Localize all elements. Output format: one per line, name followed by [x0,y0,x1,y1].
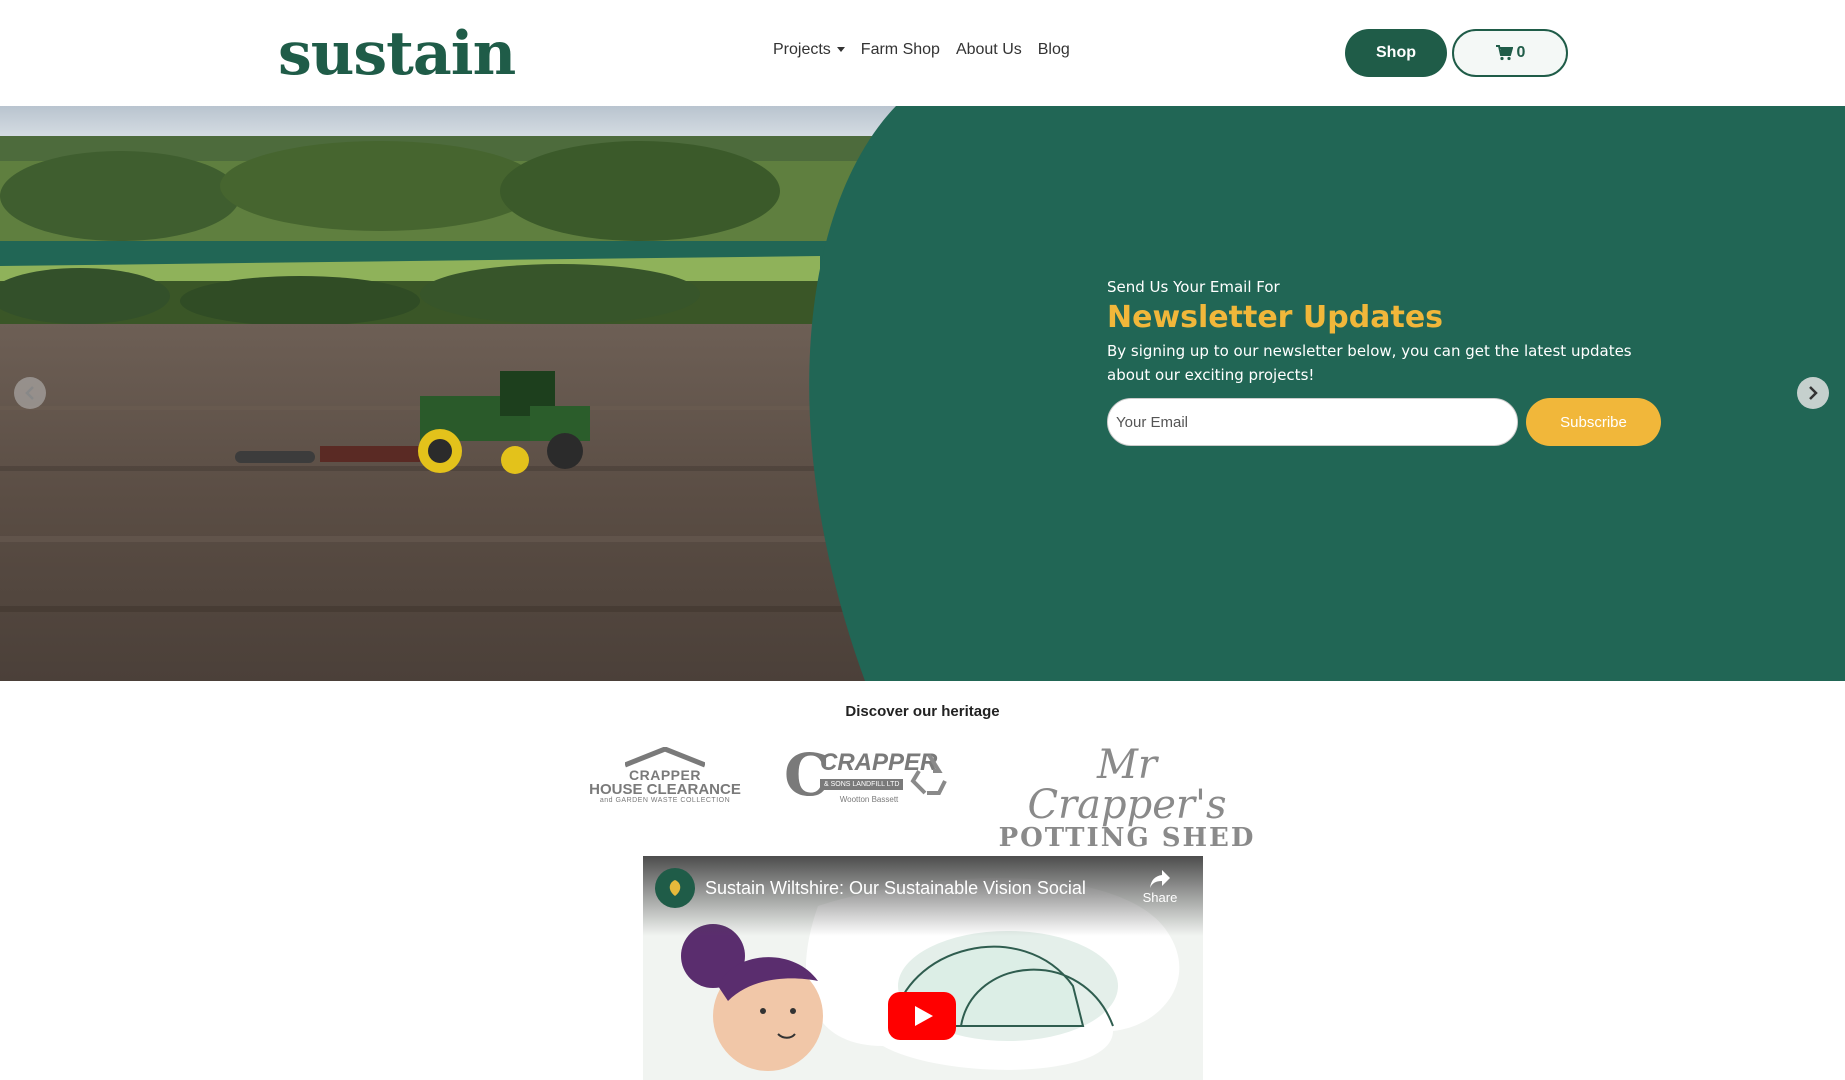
cart-button[interactable]: 0 [1452,29,1568,77]
crapper-sons-landfill-logo[interactable]: C CRAPPER & SONS LANDFILL LTD Wootton Ba… [784,745,954,809]
play-button[interactable] [888,992,956,1040]
main-nav: Projects Farm Shop About Us Blog [773,41,1070,59]
share-arrow-icon [1150,870,1170,888]
newsletter-signup: Send Us Your Email For Newsletter Update… [1107,278,1667,446]
carousel-next-button[interactable] [1797,377,1829,409]
shopping-cart-icon [1495,45,1513,61]
nav-farm-shop[interactable]: Farm Shop [861,41,940,59]
heritage-logos: CRAPPER HOUSE CLEARANCE and GARDEN WASTE… [0,745,1845,851]
newsletter-form: Subscribe [1107,398,1667,446]
sustain-logo[interactable]: sustain [278,22,516,86]
video-title[interactable]: Sustain Wiltshire: Our Sustainable Visio… [705,878,1086,899]
play-icon [888,992,956,1040]
nav-blog[interactable]: Blog [1038,41,1070,59]
newsletter-title: Newsletter Updates [1107,300,1444,335]
crapper-house-clearance-logo[interactable]: CRAPPER HOUSE CLEARANCE and GARDEN WASTE… [589,745,741,804]
chevron-right-icon [1809,386,1818,400]
hero-carousel: Send Us Your Email For Newsletter Update… [0,106,1845,681]
nav-about-us[interactable]: About Us [956,41,1022,59]
sustain-leaf-icon [669,880,681,896]
recycle-icon [910,753,947,795]
carousel-prev-button[interactable] [14,377,46,409]
newsletter-description: By signing up to our newsletter below, y… [1107,342,1632,384]
youtube-video-embed[interactable]: Sustain Wiltshire: Our Sustainable Visio… [643,856,1203,1080]
house-roof-icon [625,747,705,768]
mr-crappers-potting-shed-logo[interactable]: Mr Crapper's POTTING SHED [998,745,1256,851]
channel-avatar[interactable] [655,868,695,908]
email-field[interactable] [1107,398,1518,446]
cart-count: 0 [1516,44,1526,61]
newsletter-kicker: Send Us Your Email For [1107,278,1280,296]
site-header: sustain Projects Farm Shop About Us Blog… [0,0,1845,106]
subscribe-button[interactable]: Subscribe [1526,398,1661,446]
shop-button[interactable]: Shop [1345,29,1447,77]
chevron-down-icon [836,47,845,53]
nav-projects[interactable]: Projects [773,41,845,59]
chevron-left-icon [25,386,34,400]
heritage-heading: Discover our heritage [845,703,1000,720]
share-button[interactable]: Share [1130,868,1190,905]
